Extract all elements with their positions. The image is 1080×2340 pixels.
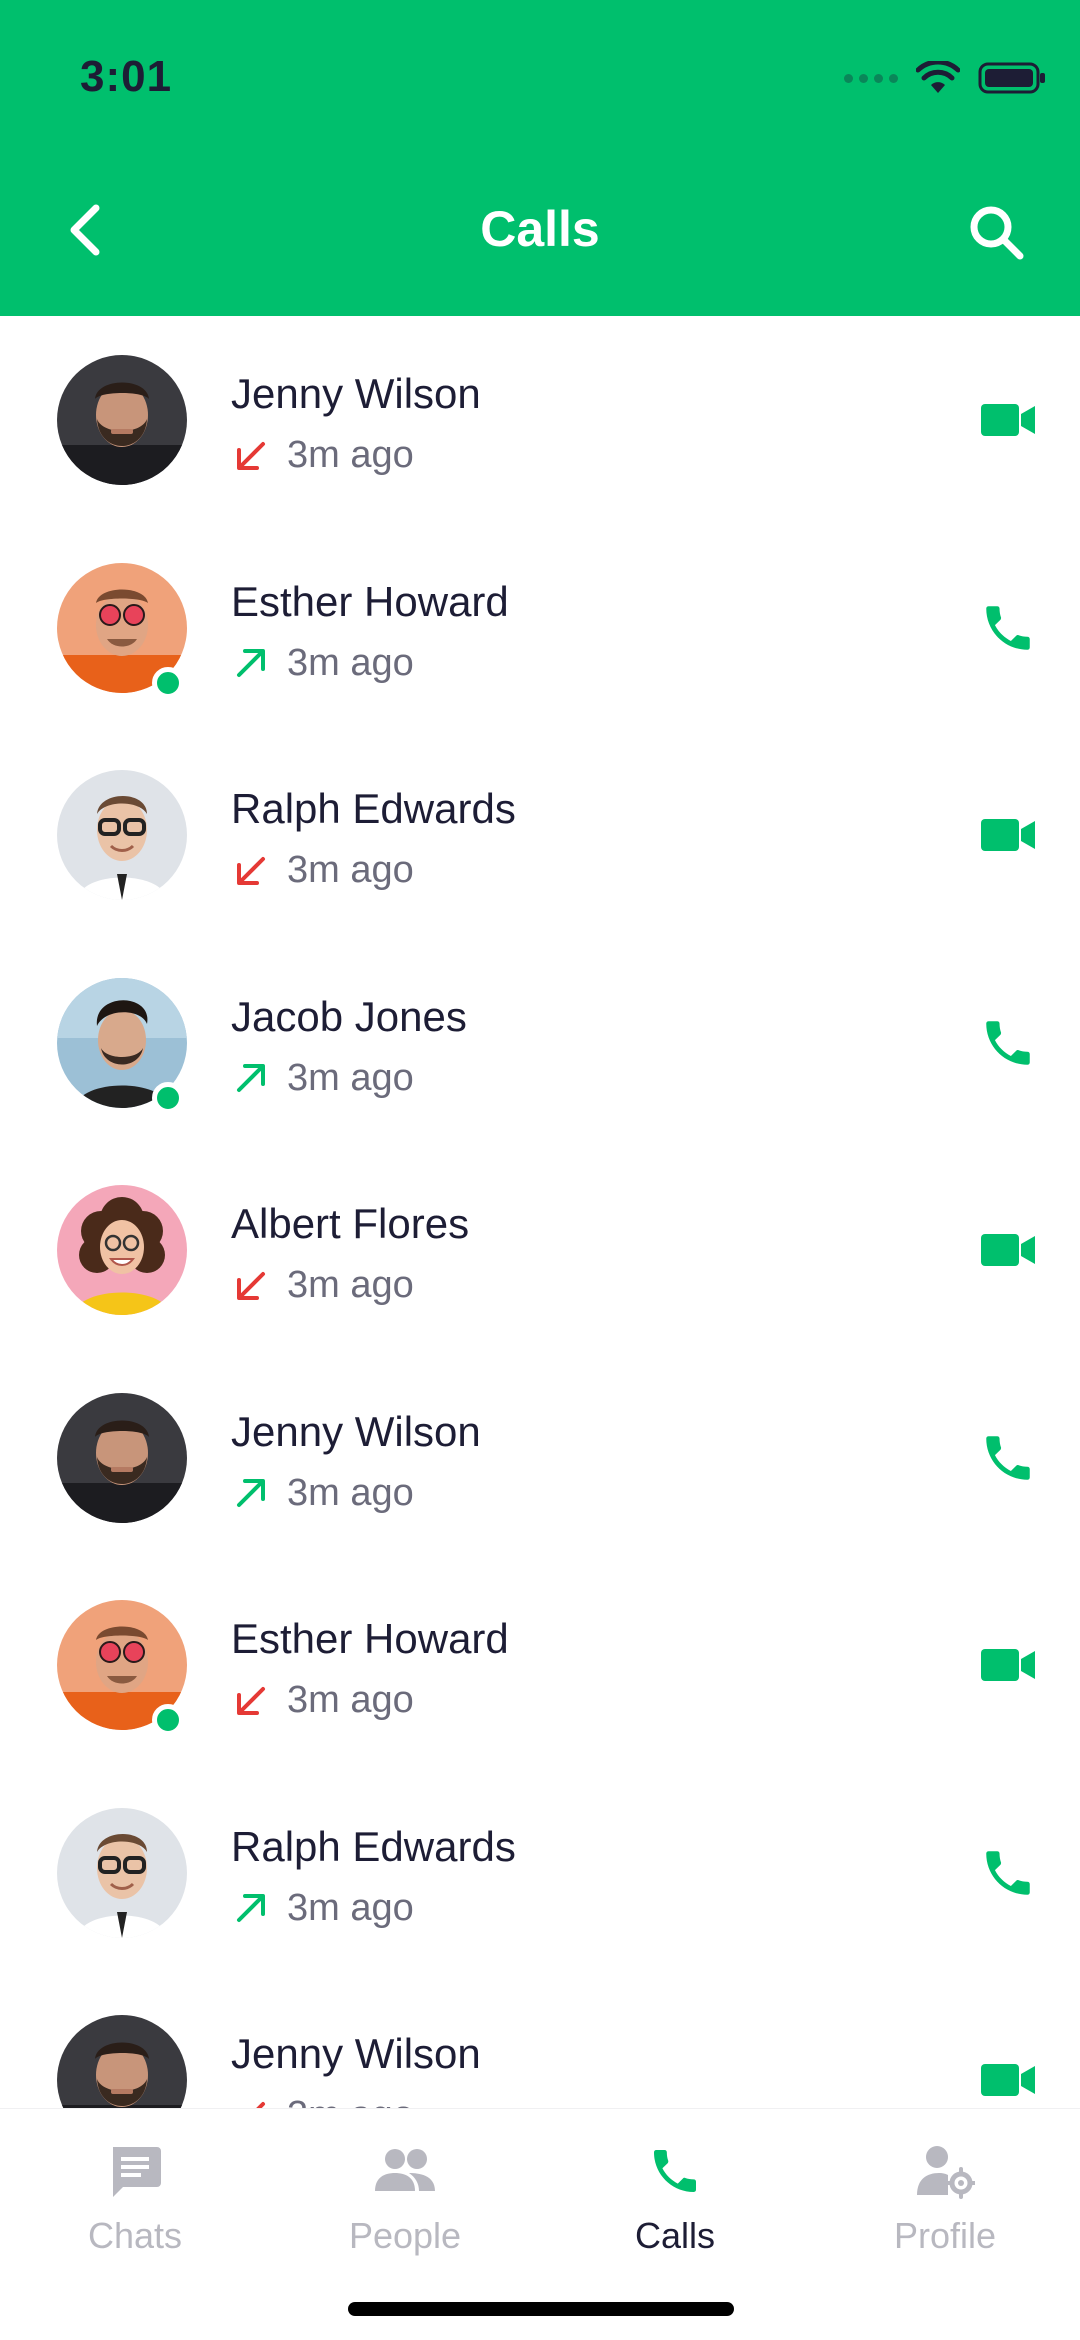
call-time: 3m ago xyxy=(287,1264,414,1306)
nav-label-chats: Chats xyxy=(87,2215,183,2256)
contact-name: Ralph Edwards xyxy=(231,785,516,832)
call-meta: 3m ago xyxy=(231,642,414,685)
contact-name: Jacob Jones xyxy=(231,992,467,1040)
home-indicator xyxy=(348,2302,734,2316)
call-meta: 3m ago xyxy=(231,849,414,892)
online-status-dot xyxy=(152,666,184,699)
call-row[interactable]: Esther Howard 3m ago xyxy=(0,524,1080,732)
call-row[interactable]: Jenny Wilson 3m ago xyxy=(0,1354,1080,1562)
contact-name: Esther Howard xyxy=(231,1615,509,1662)
call-meta: 3m ago xyxy=(231,1472,414,1515)
incoming-call-arrow-icon xyxy=(237,2101,265,2108)
call-meta: 3m ago xyxy=(231,1057,414,1100)
voice-call-icon xyxy=(986,1850,1030,1895)
call-row[interactable]: Albert Flores 3m ago xyxy=(0,1146,1080,1354)
chat-icon xyxy=(113,2147,161,2197)
voice-call-button[interactable] xyxy=(976,1841,1040,1905)
search-icon xyxy=(970,206,1024,260)
video-call-icon xyxy=(981,1234,1035,1266)
avatar[interactable] xyxy=(57,1392,187,1523)
voice-call-button[interactable] xyxy=(976,1011,1040,1075)
call-time: 3m ago xyxy=(287,1886,414,1929)
call-row[interactable]: Jacob Jones 3m ago xyxy=(0,939,1080,1147)
avatar[interactable] xyxy=(57,2015,187,2108)
call-row[interactable]: Jenny Wilson 3m ago xyxy=(0,1976,1080,2108)
nav-label-profile: Profile xyxy=(893,2215,997,2256)
page-title: Calls xyxy=(480,201,600,257)
contact-name: Jenny Wilson xyxy=(231,2030,481,2077)
call-time: 3m ago xyxy=(287,2094,414,2108)
video-call-button[interactable] xyxy=(976,1633,1040,1697)
contact-name: Esther Howard xyxy=(231,577,509,625)
video-call-button[interactable] xyxy=(976,2048,1040,2108)
nav-label-calls: Calls xyxy=(634,2215,715,2256)
video-call-button[interactable] xyxy=(976,803,1040,867)
call-row[interactable]: Jenny Wilson 3m ago xyxy=(0,316,1080,524)
video-call-icon xyxy=(981,1649,1035,1681)
battery-icon xyxy=(978,62,1045,94)
avatar[interactable] xyxy=(57,355,187,485)
status-time: 3:01 xyxy=(80,52,173,101)
nav-item-calls[interactable]: Calls xyxy=(540,2139,810,2257)
call-meta: 3m ago xyxy=(231,2094,414,2108)
call-time: 3m ago xyxy=(287,1471,414,1514)
contact-name: Jenny Wilson xyxy=(231,370,481,417)
online-status-dot xyxy=(152,1081,184,1114)
contact-name: Albert Flores xyxy=(231,1200,470,1247)
nav-item-people[interactable]: People xyxy=(270,2139,540,2257)
profile-settings-icon xyxy=(917,2146,975,2199)
call-time: 3m ago xyxy=(287,1056,414,1099)
contact-name: Jenny Wilson xyxy=(231,1407,481,1455)
contact-name: Ralph Edwards xyxy=(231,1822,516,1870)
outgoing-call-arrow-icon xyxy=(237,1894,265,1922)
voice-call-icon xyxy=(986,1020,1030,1065)
call-time: 3m ago xyxy=(287,849,414,891)
call-row[interactable]: Ralph Edwards 3m ago xyxy=(0,1769,1080,1977)
call-list: Jenny Wilson 3m ago Esther Howard 3m ago Ral… xyxy=(0,316,1080,2108)
incoming-call-arrow-icon xyxy=(237,441,265,470)
call-row[interactable]: Ralph Edwards 3m ago xyxy=(0,731,1080,939)
incoming-call-arrow-icon xyxy=(237,1686,265,1715)
wifi-icon xyxy=(916,61,960,93)
nav-item-profile[interactable]: Profile xyxy=(810,2139,1080,2257)
people-icon xyxy=(375,2149,435,2191)
status-icons xyxy=(844,58,1048,98)
call-meta: 3m ago xyxy=(231,1679,414,1722)
outgoing-call-arrow-icon xyxy=(237,1064,265,1092)
video-call-button[interactable] xyxy=(976,388,1040,452)
call-time: 3m ago xyxy=(287,434,414,476)
incoming-call-arrow-icon xyxy=(237,856,265,885)
call-row[interactable]: Esther Howard 3m ago xyxy=(0,1561,1080,1769)
voice-call-button[interactable] xyxy=(976,1426,1040,1490)
nav-label-people: People xyxy=(348,2215,462,2256)
incoming-call-arrow-icon xyxy=(237,1271,265,1300)
online-status-dot xyxy=(152,1704,184,1736)
outgoing-call-arrow-icon xyxy=(237,1479,265,1507)
avatar[interactable] xyxy=(57,1185,187,1315)
voice-call-icon xyxy=(986,1435,1030,1480)
voice-call-button[interactable] xyxy=(976,596,1040,660)
video-call-icon xyxy=(981,819,1035,851)
search-button[interactable] xyxy=(964,200,1028,264)
video-call-icon xyxy=(981,2064,1035,2096)
call-meta: 3m ago xyxy=(231,1264,414,1307)
phone-icon xyxy=(654,2150,696,2192)
outgoing-call-arrow-icon xyxy=(237,649,265,677)
call-meta: 3m ago xyxy=(231,434,414,477)
call-meta: 3m ago xyxy=(231,1887,414,1930)
video-call-icon xyxy=(981,404,1035,436)
call-time: 3m ago xyxy=(287,641,414,684)
video-call-button[interactable] xyxy=(976,1218,1040,1282)
avatar[interactable] xyxy=(57,1807,187,1938)
avatar[interactable] xyxy=(57,770,187,900)
app-header: 3:01 Calls xyxy=(0,0,1080,316)
call-time: 3m ago xyxy=(287,1679,414,1721)
signal-icon xyxy=(844,73,898,83)
nav-item-chats[interactable]: Chats xyxy=(0,2139,270,2257)
voice-call-icon xyxy=(986,605,1030,650)
